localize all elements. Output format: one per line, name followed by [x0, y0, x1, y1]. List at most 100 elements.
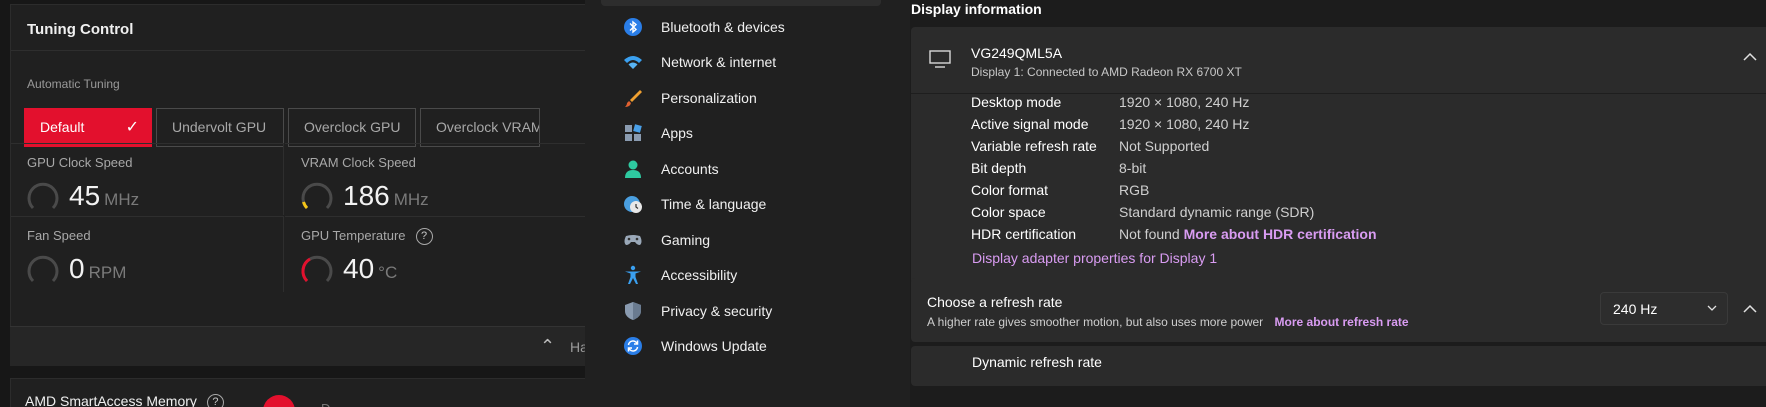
dynamic-refresh-card: Dynamic refresh rate	[911, 346, 1766, 386]
wifi-icon	[624, 56, 642, 69]
display-adapter-properties-link[interactable]: Display adapter properties for Display 1	[972, 250, 1217, 266]
automatic-tuning-label: Automatic Tuning	[27, 77, 120, 91]
fan-speed-metric: Fan Speed 0 RPM	[11, 216, 284, 292]
smartaccess-memory-title: AMD SmartAccess Memory?	[25, 393, 224, 407]
smartaccess-next-text: D	[321, 401, 330, 407]
smartaccess-memory-card: AMD SmartAccess Memory? D	[10, 378, 585, 407]
fan-speed-value: 0 RPM	[69, 253, 127, 284]
settings-sidebar: Bluetooth & devices Network & internet P…	[585, 0, 910, 407]
sidebar-item-label: Accounts	[661, 161, 719, 177]
refresh-rate-subtitle: A higher rate gives smoother motion, but…	[927, 315, 1409, 329]
help-icon[interactable]: ?	[206, 393, 224, 407]
gauge-icon	[301, 182, 333, 210]
sidebar-item-network[interactable]: Network & internet	[601, 44, 881, 80]
gpu-temperature-metric: GPU Temperature? 40 °C	[285, 216, 585, 292]
sidebar-item-personalization[interactable]: Personalization	[601, 80, 881, 116]
help-icon[interactable]: ?	[415, 228, 433, 246]
undervolt-gpu-label: Undervolt GPU	[172, 119, 267, 135]
refresh-rate-link[interactable]: More about refresh rate	[1275, 315, 1409, 329]
gauge-icon	[27, 182, 59, 210]
smartaccess-toggle-icon[interactable]	[263, 395, 295, 407]
sidebar-item-label: Bluetooth & devices	[661, 19, 785, 35]
refresh-rate-title: Choose a refresh rate	[927, 294, 1063, 310]
info-key: Active signal mode	[971, 116, 1089, 132]
monitor-name: VG249QML5A	[971, 45, 1063, 61]
sidebar-item-accessibility[interactable]: Accessibility	[601, 257, 881, 293]
chevron-up-icon: ⌃	[540, 336, 556, 356]
monitor-info-card: VG249QML5A Display 1: Connected to AMD R…	[911, 27, 1766, 310]
info-value: 8-bit	[1119, 160, 1147, 176]
hdr-certification-link[interactable]: More about HDR certification	[1184, 226, 1377, 242]
vram-clock-label: VRAM Clock Speed	[301, 155, 416, 170]
info-key: Bit depth	[971, 160, 1027, 176]
info-key: Variable refresh rate	[971, 138, 1097, 154]
info-key: Color space	[971, 204, 1046, 220]
info-key: Color format	[971, 182, 1049, 198]
monitor-info-header[interactable]: VG249QML5A Display 1: Connected to AMD R…	[911, 27, 1766, 94]
refresh-rate-selected: 240 Hz	[1613, 301, 1658, 317]
sidebar-item-bluetooth[interactable]: Bluetooth & devices	[601, 9, 881, 45]
tuning-control-header: Tuning Control	[11, 5, 585, 51]
info-value: 1920 × 1080, 240 Hz	[1119, 116, 1250, 132]
clock-globe-icon	[624, 196, 642, 213]
info-value: 1920 × 1080, 240 Hz	[1119, 94, 1250, 110]
overclock-gpu-label: Overclock GPU	[304, 119, 401, 135]
undervolt-gpu-button[interactable]: Undervolt GPU	[156, 108, 284, 147]
display-settings-panel: Display information VG249QML5A Display 1…	[910, 0, 1766, 407]
info-key: Desktop mode	[971, 94, 1062, 110]
info-value: Standard dynamic range (SDR)	[1119, 204, 1315, 220]
gpu-clock-value: 45 MHz	[69, 180, 140, 211]
checkmark-icon: ✓	[125, 119, 139, 136]
bluetooth-icon	[624, 18, 642, 36]
sidebar-item-label: Personalization	[661, 90, 757, 106]
gpu-clock-metric: GPU Clock Speed 45 MHz	[11, 143, 284, 215]
overclock-vram-button[interactable]: Overclock VRAM	[420, 108, 540, 147]
info-value: Not Supported	[1119, 138, 1210, 154]
info-value: Not found More about HDR certification	[1119, 226, 1377, 242]
sidebar-item-windows-update[interactable]: Windows Update	[601, 328, 881, 364]
sidebar-item-label: Privacy & security	[661, 303, 773, 319]
refresh-rate-card: Choose a refresh rate A higher rate give…	[911, 278, 1766, 342]
shield-icon	[625, 302, 641, 320]
sidebar-item-label: Accessibility	[661, 267, 738, 283]
display-information-heading: Display information	[911, 1, 1042, 17]
info-key: HDR certification	[971, 226, 1077, 242]
apps-icon	[625, 124, 642, 141]
default-tuning-label: Default	[40, 119, 85, 135]
accessibility-icon	[625, 265, 641, 284]
sidebar-item-accounts[interactable]: Accounts	[601, 151, 881, 187]
sidebar-item-time-language[interactable]: Time & language	[601, 186, 881, 222]
refresh-rate-dropdown[interactable]: 240 Hz	[1600, 292, 1728, 325]
sidebar-item-apps[interactable]: Apps	[601, 115, 881, 151]
sidebar-item-label: Gaming	[661, 232, 711, 248]
sidebar-item-gaming[interactable]: Gaming	[601, 222, 881, 258]
sidebar-item-privacy[interactable]: Privacy & security	[601, 293, 881, 329]
chevron-down-icon	[1707, 305, 1717, 311]
sidebar-item-label: Network & internet	[661, 54, 777, 70]
tuning-control-card: Tuning Control Automatic Tuning Default …	[10, 4, 585, 366]
sidebar-item-label: Time & language	[661, 196, 767, 212]
collapse-bar[interactable]: ⌃ Ha	[10, 326, 585, 366]
overclock-gpu-button[interactable]: Overclock GPU	[288, 108, 416, 147]
sidebar-selected-item[interactable]	[601, 0, 881, 6]
chevron-up-icon[interactable]	[1743, 304, 1757, 314]
sidebar-item-label: Windows Update	[661, 338, 767, 354]
update-icon	[624, 337, 642, 355]
amd-tuning-panel: Tuning Control Automatic Tuning Default …	[0, 0, 585, 407]
default-tuning-button[interactable]: Default ✓	[24, 108, 152, 147]
overclock-vram-label: Overclock VRAM	[436, 119, 540, 135]
vram-clock-value: 186 MHz	[343, 180, 429, 211]
sidebar-item-label: Apps	[661, 125, 693, 141]
info-value: RGB	[1119, 182, 1150, 198]
monitor-icon	[929, 50, 951, 68]
gamepad-icon	[624, 235, 642, 245]
gauge-icon	[301, 255, 333, 283]
monitor-connection: Display 1: Connected to AMD Radeon RX 67…	[971, 65, 1242, 79]
gpu-temperature-value: 40 °C	[343, 253, 398, 284]
gauge-icon	[27, 255, 59, 283]
vram-clock-metric: VRAM Clock Speed 186 MHz	[285, 143, 585, 215]
dynamic-refresh-title: Dynamic refresh rate	[972, 354, 1102, 370]
gpu-temperature-label: GPU Temperature?	[301, 228, 433, 246]
chevron-up-icon[interactable]	[1743, 52, 1757, 62]
gpu-clock-label: GPU Clock Speed	[27, 155, 133, 170]
